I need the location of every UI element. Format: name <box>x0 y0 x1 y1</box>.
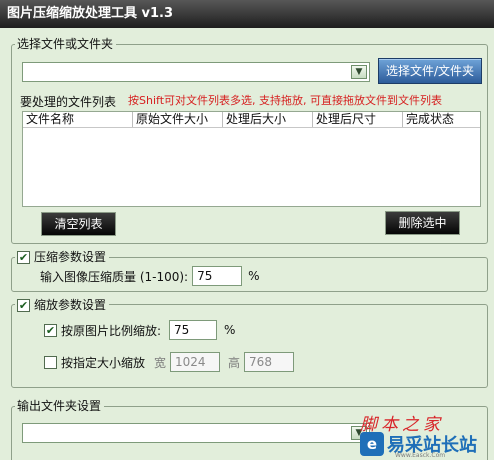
output-folder-group-title: 输出文件夹设置 <box>15 399 105 413</box>
column-header-status[interactable]: 完成状态 <box>403 112 480 127</box>
ratio-scale-label: 按原图片比例缩放: <box>61 323 162 338</box>
clear-list-button[interactable]: 清空列表 <box>41 212 116 236</box>
drag-drop-hint: 按Shift可对文件列表多选, 支持拖放, 可直接拖放文件到文件列表 <box>128 94 442 107</box>
width-label: 宽 <box>154 355 167 370</box>
height-label: 高 <box>228 355 241 370</box>
ratio-row: ✔ 按原图片比例缩放: 75 % <box>44 320 235 340</box>
ratio-scale-checkbox[interactable]: ✔ <box>44 323 57 337</box>
chevron-down-icon[interactable]: ▼ <box>351 65 367 79</box>
watermark-url: Www.Easck.Com <box>395 452 446 459</box>
fixed-size-label: 按指定大小缩放 <box>61 355 146 370</box>
ratio-scale-input[interactable]: 75 <box>169 320 218 340</box>
select-file-folder-button[interactable]: 选择文件/文件夹 <box>378 58 482 84</box>
quality-input[interactable]: 75 <box>192 266 243 286</box>
compress-settings-checkbox[interactable]: ✔ <box>17 250 30 264</box>
file-path-combobox[interactable]: ▼ <box>22 62 370 82</box>
ratio-scale-unit: % <box>224 323 236 337</box>
column-header-processed-size[interactable]: 处理后大小 <box>223 112 313 127</box>
checkmark-icon: ✔ <box>45 323 56 337</box>
file-list-header: 文件名称 原始文件大小 处理后大小 处理后尺寸 完成状态 <box>23 112 480 128</box>
scale-settings-header: ✔ 缩放参数设置 <box>15 298 110 312</box>
app-window: 图片压缩缩放处理工具 v1.3 选择文件或文件夹 ▼ 选择文件/文件夹 要处理的… <box>0 0 494 460</box>
scale-settings-checkbox[interactable]: ✔ <box>17 298 30 312</box>
height-input[interactable]: 768 <box>244 352 295 372</box>
output-path-value <box>23 426 27 440</box>
quality-label: 输入图像压缩质量 (1-100): <box>40 269 189 284</box>
column-header-original-size[interactable]: 原始文件大小 <box>133 112 223 127</box>
fixed-size-row: 按指定大小缩放 宽 1024 高 768 <box>44 352 295 372</box>
column-header-processed-dimensions[interactable]: 处理后尺寸 <box>313 112 403 127</box>
scale-settings-group <box>11 304 488 388</box>
quality-row: 输入图像压缩质量 (1-100): 75 % <box>40 266 260 286</box>
column-header-filename[interactable]: 文件名称 <box>23 112 133 127</box>
delete-selected-button[interactable]: 删除选中 <box>385 211 460 235</box>
width-input[interactable]: 1024 <box>170 352 221 372</box>
compress-settings-label: 压缩参数设置 <box>34 250 107 264</box>
file-path-value <box>23 65 27 79</box>
file-select-group-title: 选择文件或文件夹 <box>15 37 117 51</box>
title-bar: 图片压缩缩放处理工具 v1.3 <box>0 0 494 28</box>
scale-settings-label: 缩放参数设置 <box>34 298 107 312</box>
checkmark-icon: ✔ <box>18 250 29 264</box>
output-path-combobox[interactable]: ▼ <box>22 423 370 443</box>
watermark-logo-icon: e <box>360 432 384 456</box>
file-list-label-row: 要处理的文件列表 <box>20 94 117 109</box>
quality-unit: % <box>248 269 260 283</box>
file-list[interactable]: 文件名称 原始文件大小 处理后大小 处理后尺寸 完成状态 <box>22 111 481 207</box>
compress-settings-header: ✔ 压缩参数设置 <box>15 250 110 264</box>
fixed-size-checkbox[interactable] <box>44 355 57 369</box>
window-title: 图片压缩缩放处理工具 v1.3 <box>7 6 174 21</box>
file-list-label: 要处理的文件列表 <box>20 94 117 109</box>
checkmark-icon: ✔ <box>18 298 29 312</box>
